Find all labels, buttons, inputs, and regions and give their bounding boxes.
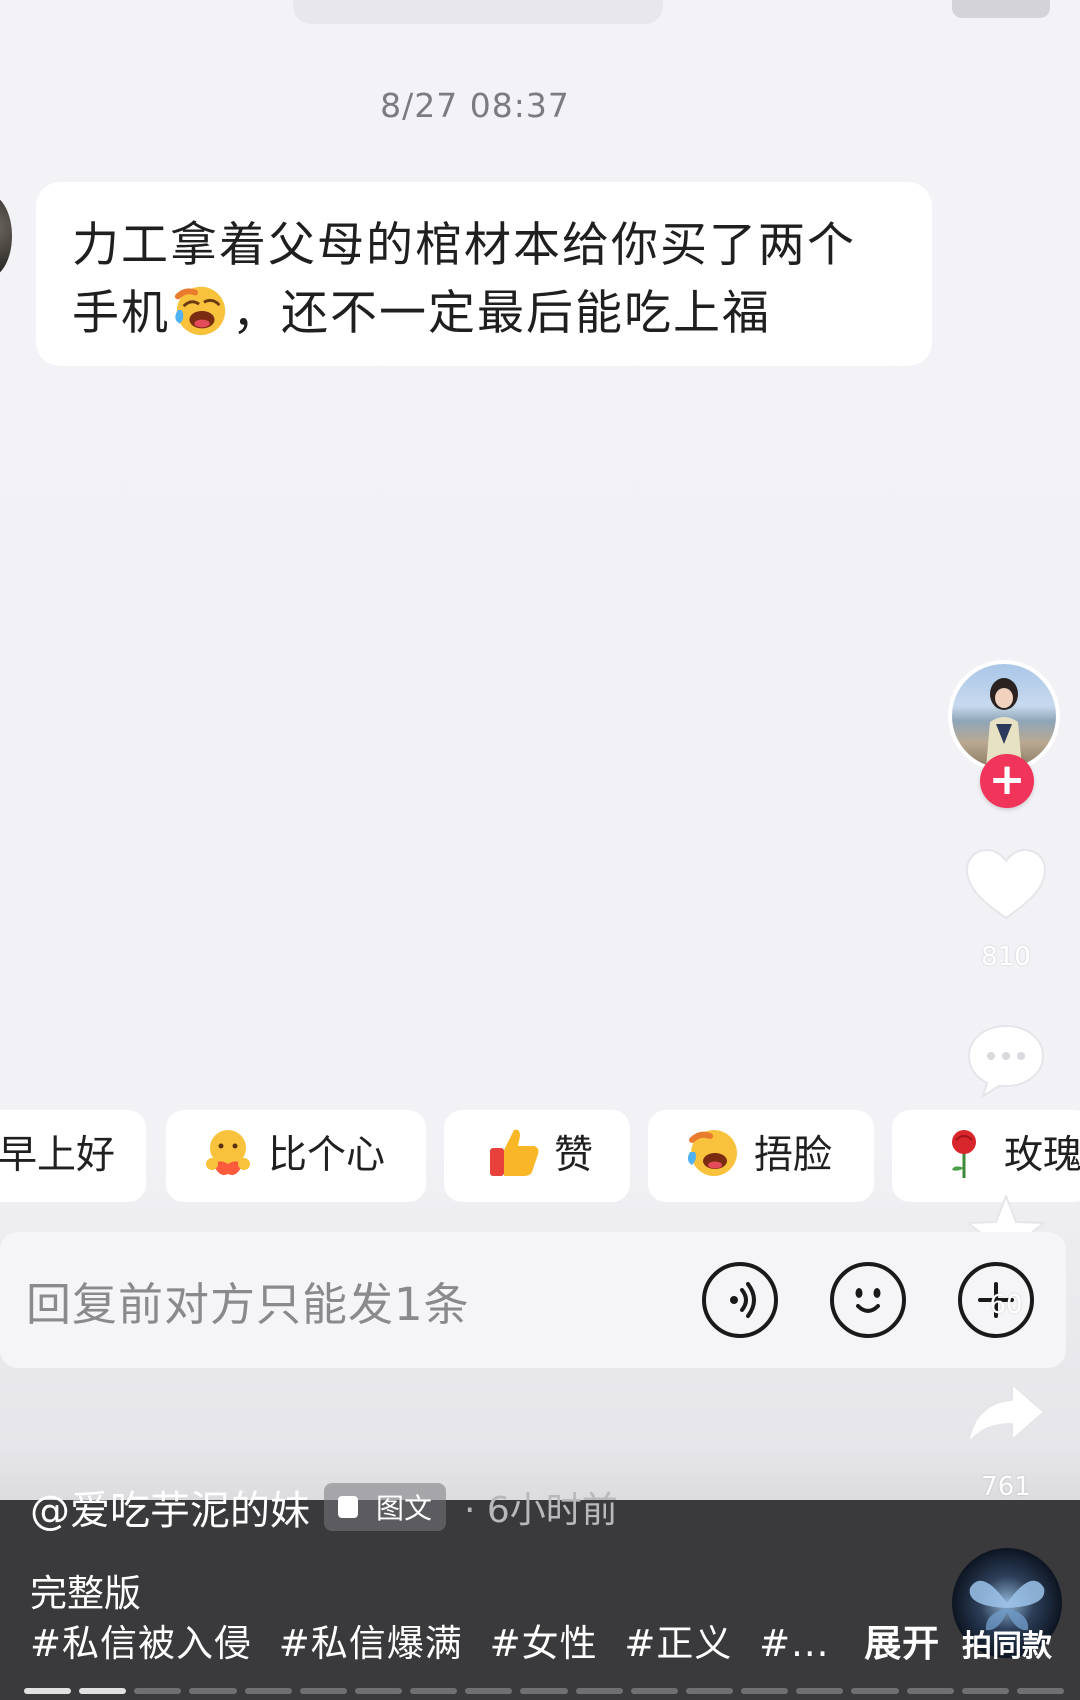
progress-segment [299,1688,347,1694]
share-count: 761 [981,1472,1031,1502]
quick-reply-label: 玫瑰 [1004,1133,1080,1178]
message-text-part2: ，还不一定最后能吃上福 [232,286,771,341]
face-with-tears-of-joy-icon [174,286,226,336]
heart-hands-icon [206,1130,250,1175]
quick-reply-label: 比个心 [268,1133,386,1178]
comment-icon [967,1024,1045,1099]
quick-reply-heart[interactable]: 比个心 [166,1110,426,1202]
share-button[interactable] [962,1378,1050,1454]
like-button[interactable] [962,846,1050,926]
progress-segment [851,1688,899,1694]
message-bubble: 力工拿着父母的棺材本给你买了两个手机 ，还不一定最后能吃上福 [36,182,932,366]
progress-segment [410,1688,458,1694]
progress-segment [906,1688,954,1694]
favorite-count: 60 [989,1290,1023,1320]
voice-button[interactable] [702,1262,778,1338]
image-progress-bar [24,1688,1064,1696]
quick-reply-good-morning[interactable]: 早上好 [0,1110,146,1202]
shoot-same-style-button[interactable]: 拍同款 [950,1621,1064,1665]
progress-segment [1016,1688,1064,1694]
previous-message-bubble [293,0,663,24]
post-screen: 8/27 08:37 力工拿着父母的棺材本给你买了两个手机 ，还不一定最后能吃上… [0,0,1080,1700]
image-page-indicator [952,0,1050,18]
progress-segment [24,1688,72,1694]
quick-reply-facepalm[interactable]: 捂脸 [648,1110,874,1202]
progress-segment [79,1688,127,1694]
hashtag-link[interactable]: #私信被入侵 [30,1622,252,1665]
progress-segment [685,1688,734,1694]
face-with-tears-of-joy-icon [687,1130,737,1176]
author-name[interactable]: @爱吃芋泥的妹 [30,1478,310,1536]
emoji-button[interactable] [830,1262,906,1338]
progress-segment [189,1688,237,1694]
progress-segment [354,1688,403,1694]
progress-segment [796,1688,844,1694]
progress-segment [741,1688,789,1694]
author-avatar-photo [986,678,1022,768]
hashtag-link[interactable]: #私信爆满 [279,1622,463,1665]
progress-segment [575,1688,623,1694]
sender-avatar [0,194,12,278]
quick-reply-label: 捂脸 [754,1133,833,1178]
quick-reply-label: 早上好 [0,1133,116,1178]
rose-icon [952,1130,976,1178]
image-post-icon [338,1496,358,1518]
hashtag-link[interactable]: #正义 [624,1622,732,1665]
chat-timestamp: 8/27 08:37 [380,86,570,125]
post-time: · 6小时前 [464,1490,618,1531]
quick-reply-like[interactable]: 赞 [444,1110,630,1202]
like-count: 810 [981,942,1031,972]
thumbs-up-icon [490,1129,539,1176]
follow-button[interactable]: + [980,754,1034,808]
reply-input[interactable]: 回复前对方只能发1条 [26,1268,470,1333]
caption-title: 完整版 [30,1572,141,1615]
quick-reply-rose[interactable]: 玫瑰 [892,1110,1080,1202]
progress-segment [520,1688,568,1694]
heart-icon [965,848,1047,920]
message-text: 力工拿着父母的棺材本给你买了两个手机 ，还不一定最后能吃上福 [72,212,896,348]
hashtag-link[interactable]: #... [759,1622,829,1665]
progress-segment [961,1688,1009,1694]
voice-icon [730,1282,756,1318]
post-type-label: 图文 [376,1492,433,1525]
progress-segment [244,1688,292,1694]
progress-segment [630,1688,678,1694]
share-icon [967,1383,1045,1445]
progress-segment [134,1688,182,1694]
smiley-icon [855,1288,881,1313]
hashtag-line: #私信被入侵 #私信爆满 #女性 #正义 #... 展开 [30,1613,940,1667]
comment-button[interactable] [962,1020,1050,1104]
post-type-badge: 图文 [324,1483,447,1531]
expand-caption-link[interactable]: 展开 [864,1622,940,1665]
author-line: @爱吃芋泥的妹 图文 · 6小时前 [30,1478,618,1536]
progress-segment [465,1688,513,1694]
quick-reply-label: 赞 [554,1133,594,1178]
hashtag-link[interactable]: #女性 [490,1622,598,1665]
